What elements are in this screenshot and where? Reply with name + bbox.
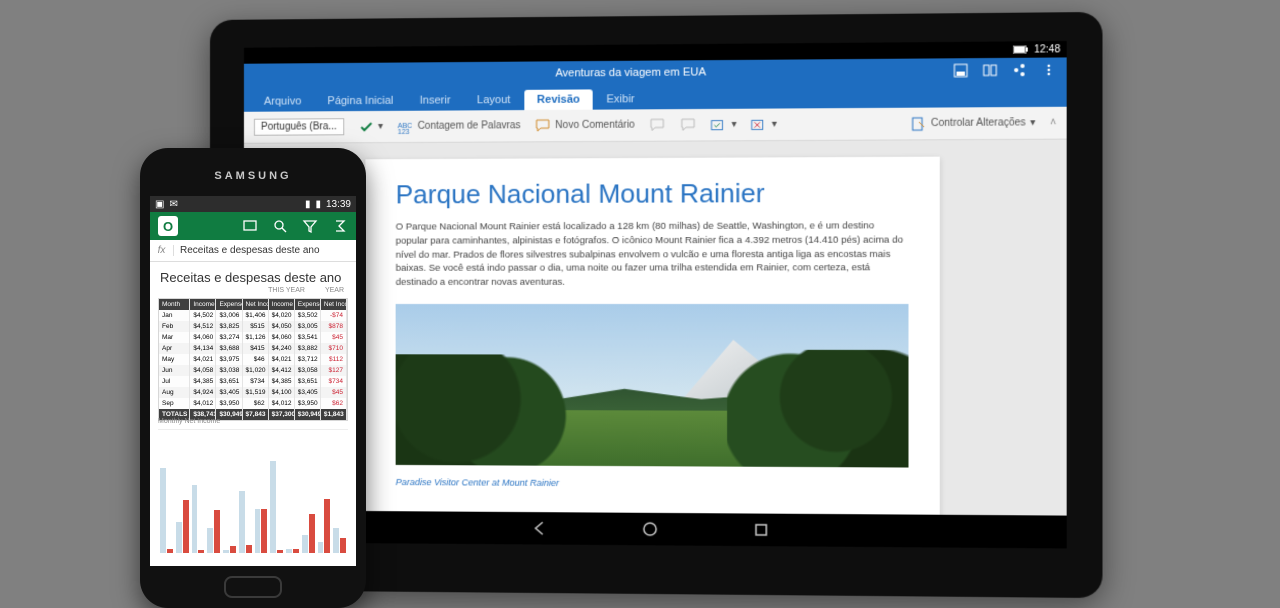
- tab-arquivo[interactable]: Arquivo: [252, 91, 313, 111]
- formula-bar[interactable]: fx Receitas e despesas deste ano: [150, 240, 356, 262]
- bar-group: [207, 444, 220, 553]
- track-changes-button[interactable]: Controlar Alterações ▾: [910, 115, 1035, 132]
- bar-group: [176, 444, 189, 553]
- search-icon[interactable]: [272, 218, 288, 234]
- chevron-down-icon: ▾: [772, 119, 777, 130]
- accept-button[interactable]: ▾: [711, 116, 737, 132]
- sheet-title: Receitas e despesas deste ano: [150, 262, 356, 287]
- share-icon[interactable]: [1012, 63, 1027, 77]
- prev-comment-icon: [649, 117, 665, 133]
- recent-button[interactable]: [752, 521, 771, 539]
- word-page: Parque Nacional Mount Rainier O Parque N…: [365, 157, 939, 531]
- bar-group: [302, 444, 315, 553]
- bar-group: [318, 444, 331, 553]
- phone-time: 13:39: [326, 199, 351, 210]
- android-nav-bar: [244, 510, 1067, 548]
- tab-pagina-inicial[interactable]: Página Inicial: [315, 91, 405, 112]
- trackchanges-icon: [910, 115, 927, 131]
- bar-group: [192, 444, 205, 553]
- fx-label: fx: [150, 245, 174, 256]
- office-icon[interactable]: O: [158, 216, 178, 236]
- image-caption: Paradise Visitor Center at Mount Rainier: [396, 477, 909, 490]
- track-changes-label: Controlar Alterações: [931, 117, 1026, 129]
- table-row[interactable]: Apr$4,134$3,688$415$4,240$3,882$710: [159, 343, 347, 354]
- reading-icon[interactable]: [983, 63, 998, 77]
- phone-brand: SAMSUNG: [140, 170, 366, 182]
- bar-group: [270, 444, 283, 553]
- table-row[interactable]: Aug$4,924$3,405$1,519$4,100$3,405$45: [159, 387, 347, 398]
- wordcount-icon: ABC123: [397, 118, 413, 134]
- reject-button[interactable]: ▾: [751, 116, 777, 132]
- word-ribbon: Português (Bra... ▾ ABC123 Contagem de P…: [244, 107, 1067, 144]
- bar-group: [286, 444, 299, 553]
- next-comment-button[interactable]: [680, 117, 696, 133]
- tab-exibir[interactable]: Exibir: [594, 89, 647, 110]
- table-row[interactable]: Sep$4,012$3,950$62$4,012$3,950$62: [159, 398, 347, 409]
- app2-icon: ✉: [169, 199, 177, 210]
- subheader-year: YEAR: [325, 287, 344, 294]
- document-name: Aventuras da viagem em EUA: [314, 64, 953, 81]
- view-icon[interactable]: [242, 218, 258, 234]
- tab-layout[interactable]: Layout: [465, 90, 523, 111]
- save-icon[interactable]: [953, 63, 968, 77]
- subheader-this-year: THIS YEAR: [268, 287, 305, 294]
- bar-group: [255, 444, 268, 553]
- spellcheck-button[interactable]: ▾: [358, 118, 383, 134]
- check-icon: [358, 119, 374, 135]
- wordcount-button[interactable]: ABC123 Contagem de Palavras: [397, 118, 520, 135]
- ribbon-collapse-icon[interactable]: ˄: [1050, 117, 1056, 128]
- chevron-down-icon: ▾: [378, 121, 383, 132]
- word-document-area[interactable]: Parque Nacional Mount Rainier O Parque N…: [244, 140, 1067, 549]
- phone-screen: ▣ ✉ ▮ ▮ 13:39 O fx Receitas e despesas d…: [150, 196, 356, 566]
- table-row[interactable]: Mar$4,060$3,274$1,126$4,060$3,541$45: [159, 332, 347, 343]
- phone-status-bar: ▣ ✉ ▮ ▮ 13:39: [150, 196, 356, 212]
- bar-group: [223, 444, 236, 553]
- table-header-row: MonthIncomeExpensesNet IncomeIncomeExpen…: [159, 299, 347, 310]
- table-row[interactable]: Jul$4,385$3,651$734$4,385$3,651$734: [159, 376, 347, 387]
- comment-icon: [535, 117, 551, 133]
- document-body: O Parque Nacional Mount Rainier está loc…: [396, 219, 909, 290]
- status-time: 12:48: [1034, 44, 1060, 56]
- next-comment-icon: [680, 117, 696, 133]
- language-selector[interactable]: Português (Bra...: [254, 118, 344, 136]
- spreadsheet[interactable]: MonthIncomeExpensesNet IncomeIncomeExpen…: [158, 298, 348, 421]
- tablet-screen: 12:48 Aventuras da viagem em EUA Arquivo…: [244, 41, 1067, 548]
- sheet-subheaders: THIS YEAR YEAR: [150, 287, 356, 298]
- table-row[interactable]: Jan$4,502$3,006$1,406$4,020$3,502-$74: [159, 310, 347, 321]
- table-row[interactable]: Feb$4,512$3,825$515$4,050$3,005$878: [159, 321, 347, 332]
- wordcount-label: Contagem de Palavras: [417, 120, 520, 132]
- back-button[interactable]: [530, 519, 548, 537]
- chart: Monthly Net Income: [158, 429, 348, 559]
- new-comment-button[interactable]: Novo Comentário: [535, 117, 635, 134]
- reject-icon: [751, 116, 768, 132]
- phone-device: SAMSUNG ▣ ✉ ▮ ▮ 13:39 O fx Receit: [140, 148, 366, 608]
- chevron-down-icon: ▾: [1030, 117, 1035, 128]
- prev-comment-button[interactable]: [649, 117, 665, 133]
- tab-inserir[interactable]: Inserir: [407, 90, 462, 110]
- document-heading: Parque Nacional Mount Rainier: [396, 177, 909, 210]
- tab-revisao[interactable]: Revisão: [525, 89, 593, 110]
- bar-group: [160, 444, 173, 553]
- new-comment-label: Novo Comentário: [555, 120, 635, 132]
- autosum-icon[interactable]: [332, 218, 348, 234]
- accept-icon: [711, 116, 727, 132]
- signal-icon: ▮: [305, 199, 311, 210]
- battery-icon: [1013, 45, 1028, 53]
- phone-home-button[interactable]: [224, 576, 282, 598]
- bar-group: [333, 444, 346, 553]
- formula-value: Receitas e despesas deste ano: [174, 245, 320, 256]
- app1-icon: ▣: [155, 199, 164, 210]
- document-image: [396, 304, 909, 468]
- table-row[interactable]: Jun$4,058$3,038$1,020$4,412$3,058$127: [159, 365, 347, 376]
- filter-icon[interactable]: [302, 218, 318, 234]
- chevron-down-icon: ▾: [731, 119, 736, 130]
- svg-text:123: 123: [397, 128, 409, 134]
- chart-title: Monthly Net Income: [158, 418, 220, 425]
- table-row[interactable]: May$4,021$3,975$46$4,021$3,712$112: [159, 354, 347, 365]
- bar-group: [239, 444, 252, 553]
- battery-icon: ▮: [315, 199, 321, 210]
- home-button[interactable]: [641, 520, 659, 538]
- excel-toolbar: O: [150, 212, 356, 240]
- more-icon[interactable]: [1041, 63, 1056, 77]
